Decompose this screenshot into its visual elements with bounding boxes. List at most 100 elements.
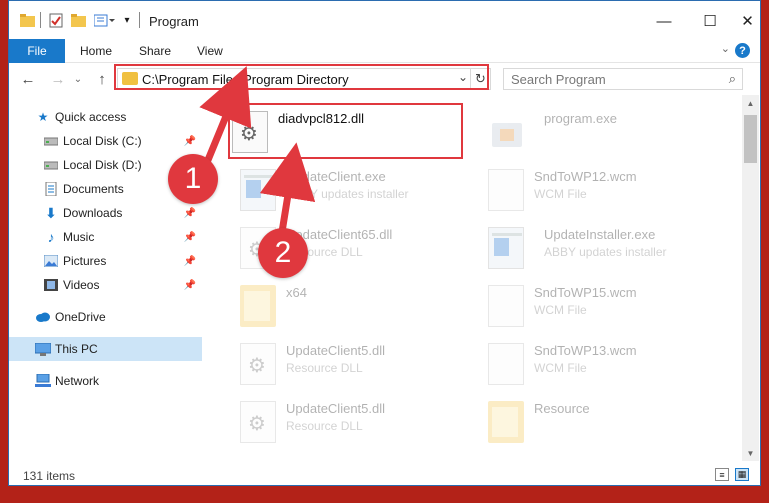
properties-icon[interactable] xyxy=(47,11,65,29)
recent-locations-icon[interactable]: ⌄ xyxy=(71,68,85,90)
sidebar-item-label: Documents xyxy=(63,182,124,196)
sidebar-item-label: Downloads xyxy=(63,206,123,220)
file-type: ABBY updates installer xyxy=(286,187,409,201)
new-folder-icon[interactable] xyxy=(69,11,87,29)
sidebar-item-label: Network xyxy=(55,374,100,388)
tab-share[interactable]: Share xyxy=(139,39,171,63)
sidebar-item-this-pc[interactable]: This PC xyxy=(9,337,202,361)
vertical-scrollbar[interactable]: ▲ ▼ xyxy=(742,95,759,461)
file-name: SndToWP15.wcm xyxy=(534,285,637,300)
large-icons-view-icon[interactable]: ▦ xyxy=(735,468,749,481)
status-bar: 131 items ≡ ▦ xyxy=(9,461,760,485)
back-arrow-icon[interactable]: ← xyxy=(17,68,39,90)
pin-icon[interactable]: 📌 xyxy=(184,256,196,267)
refresh-icon[interactable]: ↻ xyxy=(470,69,490,89)
pin-icon[interactable]: 📌 xyxy=(184,160,196,171)
tab-view[interactable]: View xyxy=(197,39,223,63)
tab-home[interactable]: Home xyxy=(80,39,112,63)
pin-icon[interactable]: 📌 xyxy=(184,184,196,195)
file-item-sndtowp12-wcm[interactable]: SndToWP12.wcm WCM File xyxy=(488,161,728,219)
file-name: UpdateClient.exe xyxy=(286,169,386,184)
divider xyxy=(40,12,41,28)
sidebar-item-local-disk-c[interactable]: Local Disk (C:) 📌 xyxy=(9,129,202,153)
tab-file[interactable]: File xyxy=(9,39,65,63)
expand-ribbon-icon[interactable]: ⌄ xyxy=(721,42,730,55)
sidebar-item-label: This PC xyxy=(55,342,98,356)
search-placeholder: Search Program xyxy=(511,72,606,87)
quick-access-dropdown-icon[interactable]: ▾ xyxy=(121,11,133,29)
sidebar-item-label: Quick access xyxy=(55,110,127,124)
pin-icon[interactable]: 📌 xyxy=(184,280,196,291)
maximize-button[interactable]: ☐ xyxy=(687,9,733,33)
sidebar-item-network[interactable]: Network xyxy=(9,369,202,393)
dll-file-icon xyxy=(240,401,276,443)
folder-icon xyxy=(19,11,35,29)
blank-file-icon xyxy=(488,343,524,385)
sidebar-item-pictures[interactable]: Pictures 📌 xyxy=(9,249,202,273)
minimize-button[interactable]: — xyxy=(641,9,687,33)
documents-icon xyxy=(43,182,59,196)
sidebar-item-music[interactable]: ♪ Music 📌 xyxy=(9,225,202,249)
navigation-pane: ★ Quick access Local Disk (C:) 📌 Local D… xyxy=(9,95,202,461)
file-name: Resource xyxy=(534,401,590,416)
file-item-updateinstaller-exe[interactable]: UpdateInstaller.exe ABBY updates install… xyxy=(488,219,728,277)
file-item-program-exe[interactable]: program.exe xyxy=(490,103,730,161)
sidebar-item-onedrive[interactable]: OneDrive xyxy=(9,305,202,329)
chevron-down-icon[interactable]: ⌄ xyxy=(458,70,468,84)
sidebar-item-quick-access[interactable]: ★ Quick access xyxy=(9,105,202,129)
file-item-updateclient65-dll[interactable]: UpdateClient65.dll Resource DLL xyxy=(240,219,480,277)
sidebar-item-downloads[interactable]: ⬇ Downloads 📌 xyxy=(9,201,202,225)
help-icon[interactable]: ? xyxy=(735,43,750,58)
network-icon xyxy=(35,374,51,388)
pin-icon[interactable]: 📌 xyxy=(184,208,196,219)
file-name: SndToWP12.wcm xyxy=(534,169,637,184)
sidebar-item-label: Music xyxy=(63,230,95,244)
scroll-thumb[interactable] xyxy=(744,115,757,163)
file-type: Resource DLL xyxy=(286,245,363,259)
navigation-bar: ← → ⌄ ↑ C:\Program Files\Program Directo… xyxy=(9,63,760,95)
file-name: x64 xyxy=(286,285,307,300)
scroll-up-icon[interactable]: ▲ xyxy=(742,95,759,111)
file-item-updateclient-exe[interactable]: UpdateClient.exe ABBY updates installer xyxy=(240,161,480,219)
address-bar[interactable]: C:\Program Files\Program Directory ⌄ ↻ xyxy=(117,68,491,90)
scroll-down-icon[interactable]: ▼ xyxy=(742,445,759,461)
file-item-sndtowp15-wcm[interactable]: SndToWP15.wcm WCM File xyxy=(488,277,728,335)
folder-icon xyxy=(488,401,524,443)
dll-file-icon xyxy=(232,111,268,153)
download-icon: ⬇ xyxy=(45,204,57,221)
up-arrow-icon[interactable]: ↑ xyxy=(91,68,113,90)
installer-icon xyxy=(488,227,524,269)
file-item-updateclient5-dll[interactable]: UpdateClient5.dll Resource DLL xyxy=(240,335,480,393)
pin-icon[interactable]: 📌 xyxy=(184,232,196,243)
sidebar-item-local-disk-d[interactable]: Local Disk (D:) 📌 xyxy=(9,153,202,177)
file-item-updateclient5-dll[interactable]: UpdateClient5.dll Resource DLL xyxy=(240,393,480,451)
search-icon[interactable]: ⌕ xyxy=(729,71,736,87)
sidebar-item-documents[interactable]: Documents 📌 xyxy=(9,177,202,201)
sidebar-item-label: Local Disk (D:) xyxy=(63,158,142,172)
file-item-x64-folder[interactable]: x64 xyxy=(240,277,480,335)
address-path[interactable]: C:\Program Files\Program Directory xyxy=(142,72,349,87)
close-button[interactable]: ✕ xyxy=(733,9,760,33)
file-item-sndtowp13-wcm[interactable]: SndToWP13.wcm WCM File xyxy=(488,335,728,393)
customize-toolbar-icon[interactable] xyxy=(93,11,117,29)
title-bar: ▾ Program — ☐ ✕ xyxy=(9,1,760,39)
sidebar-item-label: OneDrive xyxy=(55,310,106,324)
details-view-icon[interactable]: ≡ xyxy=(715,468,729,481)
file-type: WCM File xyxy=(534,361,587,375)
sidebar-item-videos[interactable]: Videos 📌 xyxy=(9,273,202,297)
file-type: WCM File xyxy=(534,303,587,317)
file-item-diadvpcl812-dll[interactable]: diadvpcl812.dll xyxy=(232,103,472,161)
drive-icon xyxy=(43,134,59,148)
folder-icon xyxy=(122,72,138,85)
file-name: program.exe xyxy=(544,111,617,126)
ribbon: File Home Share View ⌄ ? xyxy=(9,39,760,63)
file-name: UpdateClient65.dll xyxy=(286,227,393,242)
pin-icon[interactable]: 📌 xyxy=(184,136,196,147)
computer-icon xyxy=(35,342,51,356)
search-input[interactable]: Search Program ⌕ xyxy=(503,68,743,90)
file-item-resource-folder[interactable]: Resource xyxy=(488,393,728,451)
file-name: UpdateClient5.dll xyxy=(286,343,386,358)
file-type: Resource DLL xyxy=(286,361,363,375)
forward-arrow-icon[interactable]: → xyxy=(47,68,69,90)
videos-icon xyxy=(43,278,59,292)
